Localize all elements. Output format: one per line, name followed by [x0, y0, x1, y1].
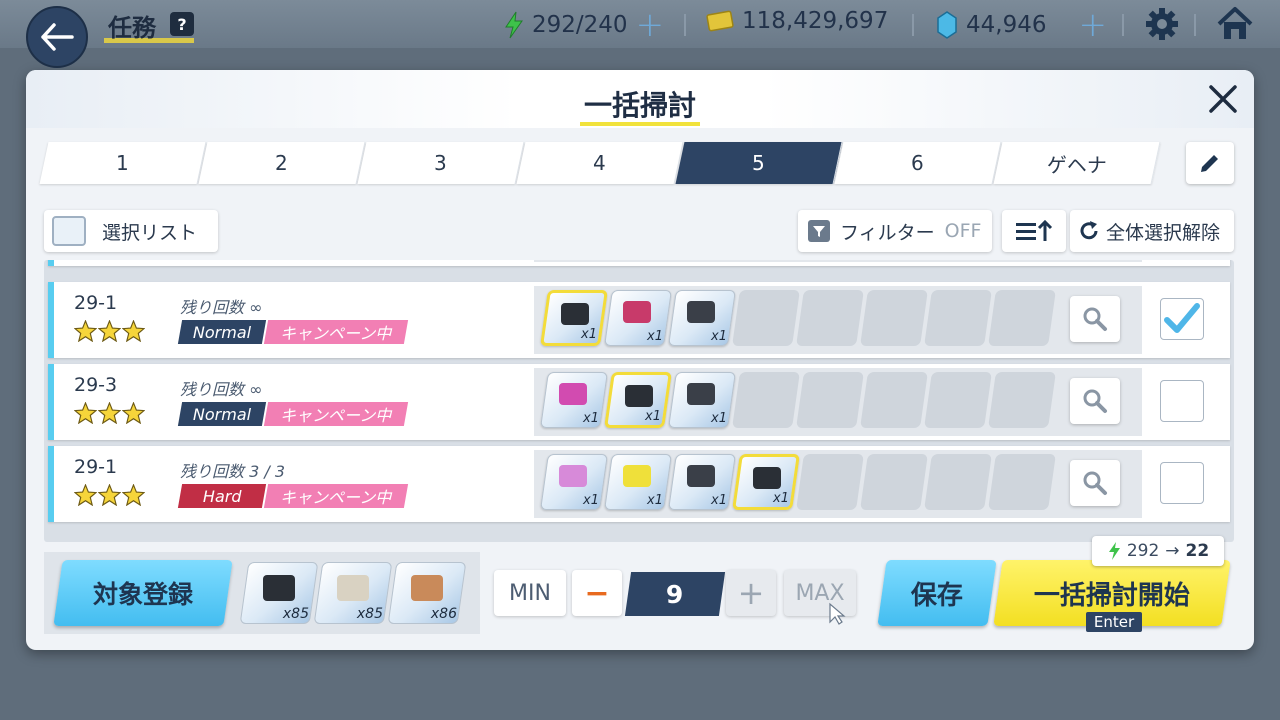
min-label: MIN [509, 580, 551, 606]
credit-card-icon [706, 10, 734, 32]
divider [1194, 14, 1196, 36]
minus-label: − [584, 575, 610, 611]
save-button[interactable]: 保存 [877, 560, 997, 626]
total-reward-item: x86 [387, 562, 467, 624]
pyroxene-counter: 44,946 + [936, 8, 1107, 42]
page-title: 任務 [108, 14, 156, 42]
arrow-right-icon: → [1165, 541, 1180, 561]
register-target-label: 対象登録 [92, 580, 193, 609]
ap-to: 22 [1185, 541, 1210, 561]
divider [684, 14, 686, 36]
credit-value: 118,429,697 [742, 8, 889, 34]
home-icon [1217, 7, 1253, 39]
ap-value: 292/240 [532, 12, 628, 38]
pyroxene-icon [937, 11, 957, 39]
cursor-icon [829, 602, 846, 625]
panel-bottom-layer: 対象登録 x85 x85 x86 MIN − 9 + MAX 保存 一括掃討開始… [26, 70, 1254, 650]
total-quantity: x86 [430, 606, 457, 622]
total-quantity: x85 [282, 606, 309, 622]
lightning-icon [1108, 542, 1120, 560]
sweep-count: 9 [624, 572, 726, 616]
plus-label: + [737, 574, 765, 612]
plus-button[interactable]: + [726, 570, 776, 616]
pyroxene-value: 44,946 [966, 12, 1047, 38]
credit-counter: 118,429,697 [706, 8, 888, 34]
ap-from: 292 [1126, 541, 1160, 561]
divider [912, 14, 914, 36]
gear-icon [1146, 8, 1178, 40]
back-button[interactable] [26, 6, 88, 68]
start-sweep-label: 一括掃討開始 [1033, 580, 1190, 611]
save-label: 保存 [910, 580, 963, 611]
arrow-left-icon [41, 23, 74, 51]
lightning-icon [505, 11, 523, 39]
total-reward-item: x85 [239, 562, 319, 624]
total-quantity: x85 [356, 606, 383, 622]
minus-button[interactable]: − [572, 570, 622, 616]
top-bar: 任務 ? 292/240 + 118,429,697 44,946 + [0, 0, 1280, 68]
bronze-coin-icon [411, 575, 443, 601]
sweep-count-value: 9 [666, 579, 684, 609]
home-button[interactable] [1216, 6, 1254, 46]
ap-plus-button[interactable]: + [636, 8, 665, 42]
total-reward-item: x85 [313, 562, 393, 624]
settings-button[interactable] [1144, 6, 1180, 46]
crumpled-paper-icon [337, 575, 369, 601]
enter-key-hint: Enter [1086, 612, 1142, 632]
min-button[interactable]: MIN [494, 570, 566, 616]
pyroxene-plus-button[interactable]: + [1078, 8, 1107, 42]
register-target-button[interactable]: 対象登録 [53, 560, 233, 626]
divider [1122, 14, 1124, 36]
ap-cost-bubble: 292 → 22 [1092, 536, 1224, 566]
ap-counter: 292/240 + [504, 8, 664, 42]
help-button[interactable]: ? [170, 12, 194, 36]
black-pouch-icon [263, 575, 295, 601]
